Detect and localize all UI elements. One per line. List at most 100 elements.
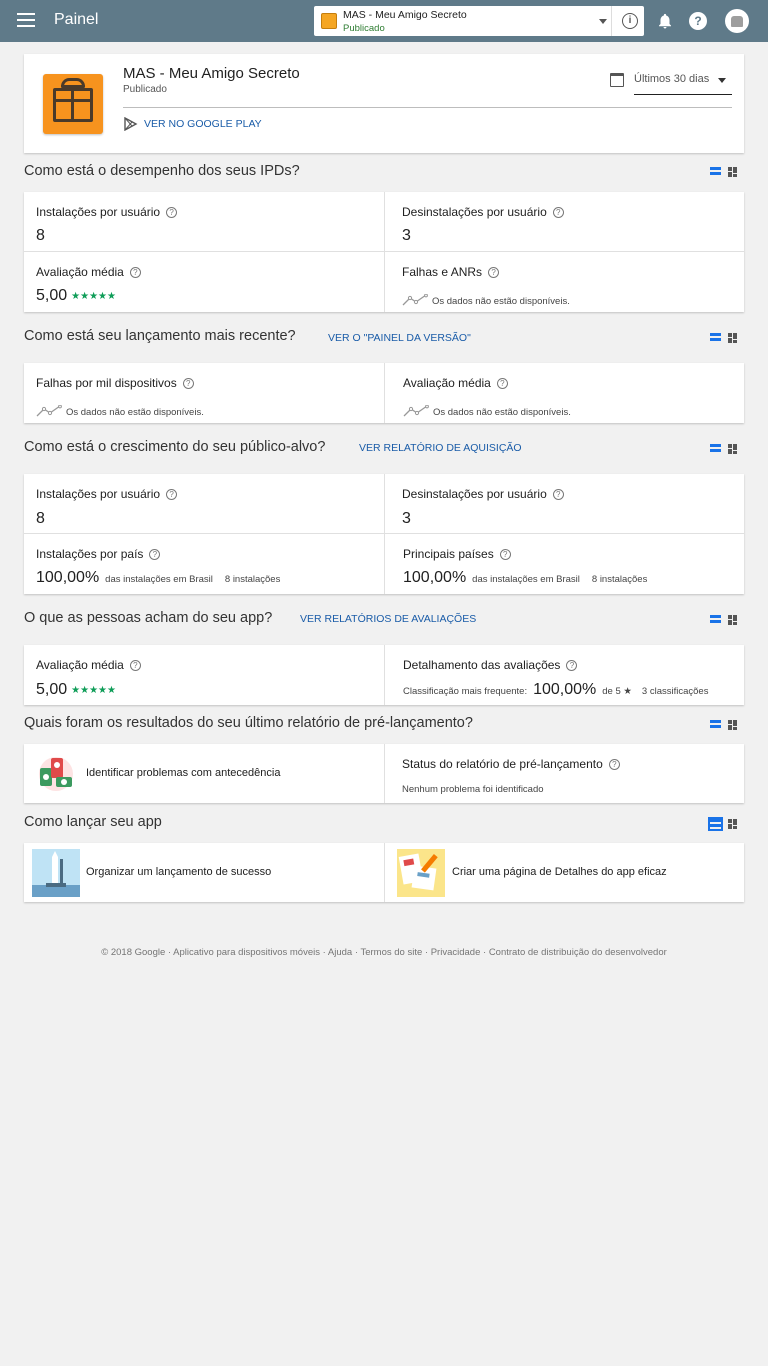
help-icon[interactable]: ? — [166, 489, 178, 500]
metric-label: Detalhamento das avaliações — [403, 658, 561, 672]
footer-link[interactable]: Privacidade — [431, 947, 481, 958]
metric-uninstalls-per-user: Desinstalações por usuário? 3 — [390, 474, 744, 533]
section-title-release: Como está seu lançamento mais recente? — [24, 328, 296, 344]
metric-ratings-breakdown: Detalhamento das avaliações? Classificaç… — [391, 645, 744, 705]
menu-icon[interactable] — [17, 13, 35, 29]
metric-count: 8 instalações — [224, 574, 281, 585]
help-icon[interactable]: ? — [689, 12, 707, 30]
footer-link[interactable]: Aplicativo para dispositivos móveis — [173, 947, 320, 958]
metric-label: Instalações por país — [36, 547, 144, 561]
view-on-google-play-link[interactable]: VER NO GOOGLE PLAY — [144, 118, 262, 130]
help-icon[interactable]: ? — [488, 267, 500, 278]
app-name: MAS - Meu Amigo Secreto — [123, 65, 300, 82]
metric-label: Desinstalações por usuário — [402, 205, 547, 219]
help-icon[interactable]: ? — [182, 378, 194, 389]
period-select[interactable]: Últimos 30 dias — [634, 67, 732, 95]
audience-card: Instalações por usuário? 8 Desinstalaçõe… — [24, 474, 744, 594]
period-value: Últimos 30 dias — [634, 73, 710, 85]
help-icon[interactable]: ? — [552, 489, 564, 500]
footer: © 2018 Google · Aplicativo para disposit… — [101, 947, 667, 958]
help-icon[interactable]: ? — [496, 378, 508, 389]
star-rating-icon: ★★★★★ — [71, 291, 116, 302]
app-selector[interactable]: MAS - Meu Amigo Secreto Publicado i — [314, 6, 644, 36]
help-icon[interactable]: ? — [608, 759, 620, 770]
google-play-icon — [124, 117, 138, 131]
list-view-icon[interactable] — [710, 720, 721, 730]
metric-count: 8 instalações — [591, 574, 648, 585]
metric-label: Avaliação média — [403, 376, 491, 390]
help-icon[interactable]: ? — [129, 660, 141, 671]
list-view-icon[interactable] — [708, 817, 723, 831]
metric-value: 100,00% — [403, 569, 467, 586]
bell-icon[interactable] — [656, 12, 674, 30]
identify-issues-label: Identificar problemas com antecedência — [86, 767, 281, 779]
help-icon[interactable]: ? — [166, 207, 178, 218]
section-title-audience: Como está o crescimento do seu público-a… — [24, 439, 326, 455]
no-data-text: Os dados não estão disponíveis. — [432, 296, 570, 307]
metric-label: Avaliação média — [36, 658, 124, 672]
divider — [123, 107, 732, 108]
list-view-icon[interactable] — [710, 333, 721, 343]
release-card: Falhas por mil dispositivos? Os dados nã… — [24, 363, 744, 423]
metric-crashes-anrs: Falhas e ANRs? Os dados não estão dispon… — [390, 252, 744, 312]
metric-label: Falhas por mil dispositivos — [36, 376, 177, 390]
list-view-icon[interactable] — [710, 444, 721, 454]
section-title-prelaunch: Quais foram os resultados do seu último … — [24, 715, 473, 731]
grid-view-icon[interactable] — [728, 720, 738, 730]
info-icon[interactable]: i — [622, 13, 638, 29]
metric-count: 3 classificações — [641, 686, 709, 697]
app-status: Publicado — [123, 84, 167, 95]
metric-top-countries: Principais países? 100,00% das instalaçõe… — [391, 534, 744, 594]
release-dashboard-link[interactable]: VER O "PAINEL DA VERSÃO" — [328, 332, 471, 344]
metric-label: Falhas e ANRs — [402, 265, 483, 279]
grid-view-icon[interactable] — [728, 444, 738, 454]
help-icon[interactable]: ? — [552, 207, 564, 218]
divider — [611, 6, 612, 36]
metric-average-rating: Avaliação média? 5,00 ★★★★★ — [24, 645, 384, 705]
organize-launch-item[interactable]: Organizar um lançamento de sucesso — [24, 843, 384, 902]
footer-link[interactable]: Termos do site — [360, 947, 422, 958]
list-view-icon[interactable] — [710, 167, 721, 177]
page-title: Painel — [54, 11, 99, 28]
chevron-down-icon — [718, 78, 726, 83]
chevron-down-icon[interactable] — [599, 19, 607, 24]
ipd-card: Instalações por usuário? 8 Desinstalaçõe… — [24, 192, 744, 312]
no-data-text: Os dados não estão disponíveis. — [433, 407, 571, 418]
help-icon[interactable]: ? — [129, 267, 141, 278]
help-icon[interactable]: ? — [499, 549, 511, 560]
grid-view-icon[interactable] — [728, 819, 738, 829]
help-icon[interactable]: ? — [566, 660, 578, 671]
metric-note: das instalações em Brasil — [472, 574, 580, 585]
metric-value: 5,00 — [36, 681, 68, 698]
grid-view-icon[interactable] — [728, 615, 738, 625]
section-title-reviews: O que as pessoas acham do seu app? — [24, 610, 273, 626]
status-value: Nenhum problema foi identificado — [402, 784, 544, 795]
metric-label: Status do relatório de pré-lançamento — [402, 757, 603, 771]
metric-crashes-per-thousand: Falhas por mil dispositivos? Os dados nã… — [24, 363, 384, 423]
metric-note: das instalações em Brasil — [105, 574, 213, 585]
grid-view-icon[interactable] — [728, 167, 738, 177]
footer-link[interactable]: Contrato de distribuição do desenvolvedo… — [489, 947, 667, 958]
acquisition-report-link[interactable]: VER RELATÓRIO DE AQUISIÇÃO — [359, 442, 522, 454]
reviews-card: Avaliação média? 5,00 ★★★★★ Detalhamento … — [24, 645, 744, 705]
help-icon[interactable]: ? — [149, 549, 161, 560]
store-listing-label: Criar uma página de Detalhes do app efic… — [452, 866, 667, 878]
store-listing-item[interactable]: Criar uma página de Detalhes do app efic… — [390, 843, 744, 902]
metric-note: Classificação mais frequente: — [403, 686, 528, 697]
identify-issues-item[interactable]: Identificar problemas com antecedência — [24, 744, 384, 803]
metric-installs-per-user: Instalações por usuário? 8 — [24, 474, 384, 533]
reviews-report-link[interactable]: VER RELATÓRIOS DE AVALIAÇÕES — [300, 613, 476, 625]
grid-view-icon[interactable] — [728, 333, 738, 343]
line-chart-icon — [403, 405, 429, 417]
view-toggle — [710, 332, 740, 344]
gift-icon — [43, 74, 103, 134]
avatar[interactable] — [725, 9, 749, 33]
metric-average-rating: Avaliação média? 5,00 ★★★★★ — [24, 252, 384, 312]
metric-label: Instalações por usuário — [36, 205, 161, 219]
app-selector-name: MAS - Meu Amigo Secreto — [343, 9, 467, 21]
list-view-icon[interactable] — [710, 615, 721, 625]
footer-link[interactable]: Ajuda — [328, 947, 352, 958]
rocket-launch-icon — [32, 849, 80, 897]
prelaunch-report-status: Status do relatório de pré-lançamento? N… — [390, 744, 744, 803]
metric-value: 3 — [402, 510, 411, 527]
